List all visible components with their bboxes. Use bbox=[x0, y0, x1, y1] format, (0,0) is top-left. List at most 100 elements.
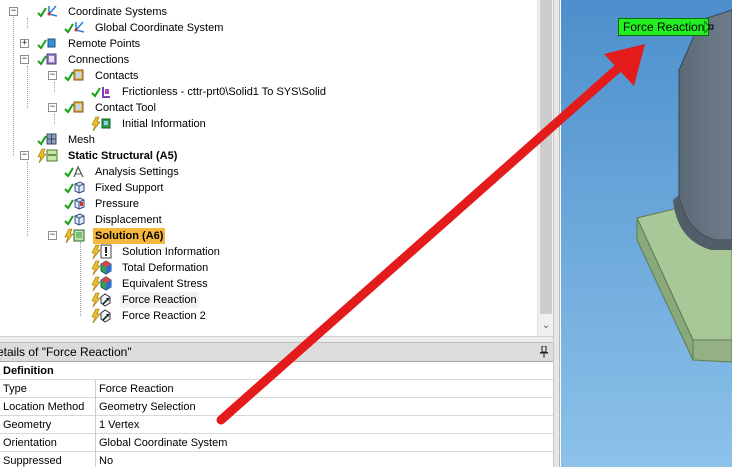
tree-item-label: Equivalent Stress bbox=[122, 278, 208, 290]
details-title: etails of "Force Reaction" bbox=[0, 345, 132, 359]
details-panel-header: etails of "Force Reaction" bbox=[0, 342, 553, 362]
tree-item-force-reaction[interactable]: Force Reaction bbox=[0, 292, 300, 308]
collapse-toggle[interactable]: − bbox=[48, 103, 57, 112]
lightning-bolt-icon bbox=[91, 116, 111, 132]
property-key: Suppressed bbox=[3, 455, 62, 467]
tree-item-label: Total Deformation bbox=[122, 262, 209, 274]
connections-icon bbox=[37, 53, 57, 66]
details-row-location-method[interactable]: Location Method Geometry Selection bbox=[0, 398, 553, 416]
details-row-geometry[interactable]: Geometry 1 Vertex bbox=[0, 416, 553, 434]
tree-item-label: Displacement bbox=[95, 214, 162, 226]
fixed-support-icon bbox=[64, 181, 85, 194]
property-value: Force Reaction bbox=[99, 383, 174, 395]
tree-item-label: Coordinate Systems bbox=[68, 6, 168, 18]
solution-information-icon bbox=[91, 244, 112, 260]
tree-item-label: Frictionless - cttr-prt0\Solid1 To SYS\S… bbox=[122, 86, 326, 98]
tree-item-label: Static Structural (A5) bbox=[68, 150, 178, 162]
tree-item-remote-points[interactable]: + Remote Points bbox=[0, 36, 300, 52]
column-divider bbox=[95, 416, 96, 434]
tree-item-label: Contact Tool bbox=[95, 102, 156, 114]
collapse-toggle[interactable]: − bbox=[20, 151, 29, 160]
collapse-toggle[interactable]: − bbox=[9, 7, 18, 16]
outline-tree: − Coordinate Systems Global Coordinate S… bbox=[0, 0, 537, 336]
collapse-toggle[interactable]: − bbox=[48, 71, 57, 80]
displacement-icon bbox=[64, 213, 85, 226]
tree-item-contacts[interactable]: − Contacts bbox=[0, 68, 300, 84]
annotation-pointer-icon bbox=[704, 20, 714, 34]
tree-scrollbar[interactable]: ⌄ bbox=[537, 0, 553, 336]
model-base-front bbox=[692, 339, 732, 363]
group-label: Definition bbox=[3, 365, 54, 377]
tree-item-label: Force Reaction 2 bbox=[122, 310, 206, 322]
property-value: No bbox=[99, 455, 114, 467]
property-value: 1 Vertex bbox=[99, 419, 140, 431]
contact-region-icon bbox=[91, 87, 110, 98]
tree-item-analysis-settings[interactable]: Analysis Settings bbox=[0, 164, 300, 180]
tree-item-label: Solution Information bbox=[122, 246, 220, 258]
property-key: Orientation bbox=[3, 437, 57, 449]
total-deformation-icon bbox=[91, 260, 112, 276]
pressure-icon bbox=[64, 197, 85, 210]
tree-item-mesh[interactable]: Mesh bbox=[0, 132, 300, 148]
property-key: Type bbox=[3, 383, 27, 395]
details-row-orientation[interactable]: Orientation Global Coordinate System bbox=[0, 434, 553, 452]
force-reaction-annotation[interactable]: Force Reaction bbox=[618, 18, 710, 36]
contacts-icon bbox=[64, 69, 84, 82]
force-reaction-icon bbox=[91, 292, 111, 308]
tree-item-global-coordinate-system[interactable]: Global Coordinate System bbox=[0, 20, 300, 36]
tree-item-label: Solution (A6) bbox=[93, 228, 166, 244]
analysis-settings-icon bbox=[64, 165, 84, 178]
property-key: Location Method bbox=[3, 401, 85, 413]
remote-points-icon bbox=[37, 38, 56, 50]
collapse-toggle[interactable]: − bbox=[20, 55, 29, 64]
tree-item-solution-information[interactable]: Solution Information bbox=[0, 244, 300, 260]
details-row-suppressed[interactable]: Suppressed No bbox=[0, 452, 553, 467]
tree-item-initial-information[interactable]: Initial Information bbox=[0, 116, 300, 132]
coordinate-system-icon bbox=[64, 21, 85, 34]
mesh-icon bbox=[37, 133, 57, 146]
tree-item-label: Mesh bbox=[68, 134, 95, 146]
tree-item-connections[interactable]: − Connections bbox=[0, 52, 300, 68]
details-table: Definition Type Force Reaction Location … bbox=[0, 362, 553, 467]
model-render bbox=[561, 0, 732, 467]
tree-item-frictionless-contact[interactable]: Frictionless - cttr-prt0\Solid1 To SYS\S… bbox=[0, 84, 340, 100]
tree-item-label: Connections bbox=[68, 54, 130, 66]
collapse-toggle[interactable]: − bbox=[48, 231, 57, 240]
tree-item-displacement[interactable]: Displacement bbox=[0, 212, 300, 228]
details-group-definition[interactable]: Definition bbox=[0, 362, 553, 380]
tree-item-label: Global Coordinate System bbox=[95, 22, 224, 34]
tree-item-label: Force Reaction bbox=[120, 292, 199, 308]
expand-toggle[interactable]: + bbox=[20, 39, 29, 48]
column-divider bbox=[95, 434, 96, 452]
graphics-viewport[interactable] bbox=[561, 0, 732, 467]
tree-item-equivalent-stress[interactable]: Equivalent Stress bbox=[0, 276, 300, 292]
coordinate-system-icon bbox=[37, 5, 58, 18]
tree-item-label: Pressure bbox=[95, 198, 140, 210]
tree-item-contact-tool[interactable]: − Contact Tool bbox=[0, 100, 300, 116]
tree-item-fixed-support[interactable]: Fixed Support bbox=[0, 180, 300, 196]
tree-item-label: Contacts bbox=[95, 70, 139, 82]
tree-item-label: Analysis Settings bbox=[95, 166, 179, 178]
tree-item-solution[interactable]: − Solution (A6) bbox=[0, 228, 300, 244]
tree-item-label: Fixed Support bbox=[95, 182, 164, 194]
property-value: Geometry Selection bbox=[99, 401, 196, 413]
tree-item-force-reaction-2[interactable]: Force Reaction 2 bbox=[0, 308, 300, 324]
vertical-splitter[interactable] bbox=[553, 0, 560, 467]
tree-item-label: Initial Information bbox=[122, 118, 206, 130]
tree-item-coordinate-systems[interactable]: − Coordinate Systems bbox=[0, 4, 300, 20]
contact-tool-icon bbox=[64, 101, 84, 114]
tree-item-static-structural[interactable]: − Static Structural (A5) bbox=[0, 148, 300, 164]
details-row-type[interactable]: Type Force Reaction bbox=[0, 380, 553, 398]
equivalent-stress-icon bbox=[91, 276, 112, 292]
pin-icon[interactable] bbox=[539, 346, 549, 358]
tree-item-pressure[interactable]: Pressure bbox=[0, 196, 300, 212]
tree-item-label: Remote Points bbox=[68, 38, 141, 50]
chevron-down-icon[interactable]: ⌄ bbox=[538, 318, 554, 334]
force-reaction-icon bbox=[91, 308, 111, 324]
property-value: Global Coordinate System bbox=[99, 437, 228, 449]
tree-item-total-deformation[interactable]: Total Deformation bbox=[0, 260, 300, 276]
solution-icon bbox=[64, 228, 85, 244]
scrollbar-thumb[interactable] bbox=[540, 0, 552, 314]
column-divider bbox=[95, 398, 96, 416]
column-divider bbox=[95, 380, 96, 398]
